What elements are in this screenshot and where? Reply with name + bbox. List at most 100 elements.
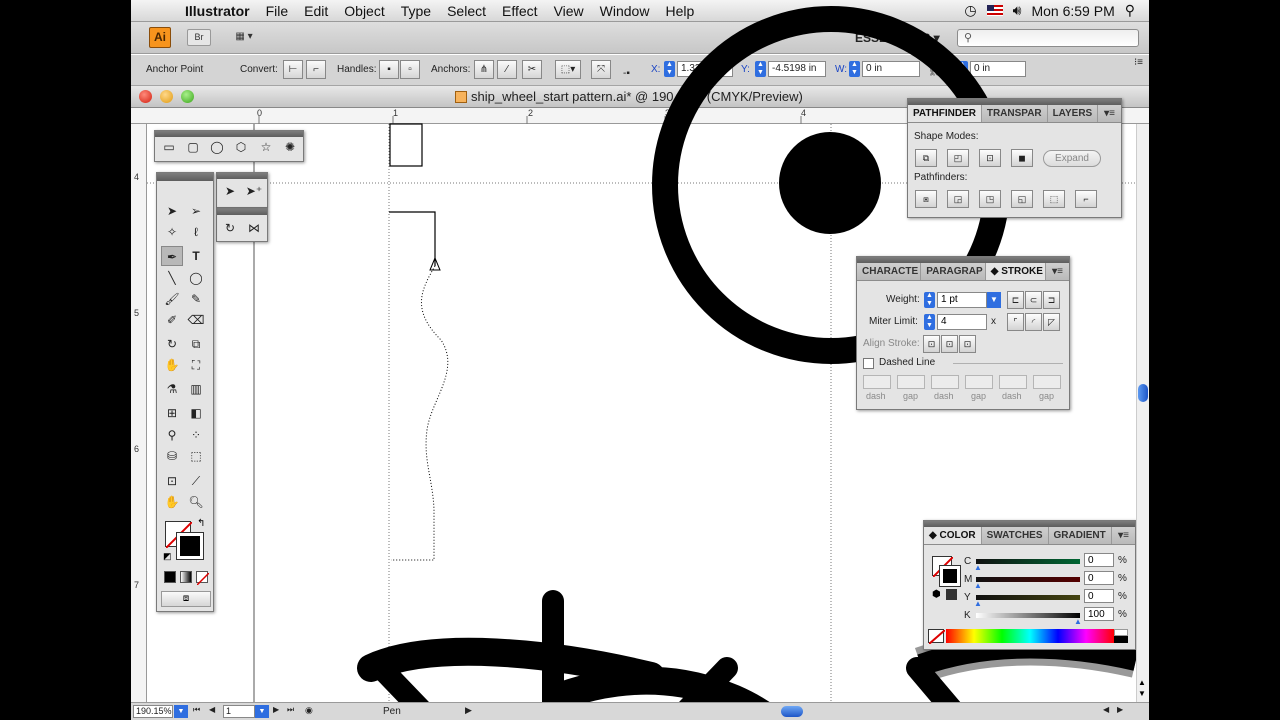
menu-edit[interactable]: Edit (296, 3, 336, 19)
eraser-tool-icon[interactable]: ⌫ (185, 310, 207, 330)
time-machine-icon[interactable]: ◷ (964, 2, 976, 19)
w-stepper[interactable]: ▲ ▼ (849, 61, 860, 77)
tab-gradient[interactable]: GRADIENT (1049, 527, 1112, 544)
dash-field-1[interactable] (863, 375, 891, 389)
volume-icon[interactable]: 🔊︎ (1013, 2, 1022, 19)
convert-to-corner-icon[interactable]: ⊢ (283, 60, 303, 79)
pencil-tool-icon[interactable]: ✎ (185, 289, 207, 309)
default-fill-stroke-icon[interactable]: ◩ (163, 551, 172, 562)
trim-icon[interactable]: ◲ (947, 190, 969, 208)
spotlight-icon[interactable]: ⚲ (1125, 2, 1135, 19)
zoom-window-button[interactable] (181, 90, 194, 103)
convert-to-smooth-icon[interactable]: ⌐ (306, 60, 326, 79)
remove-anchor-icon[interactable]: ⋔ (474, 60, 494, 79)
arrange-documents-button[interactable]: ▦ ▾ (227, 29, 261, 46)
y-field[interactable]: -4.5198 in (768, 61, 826, 77)
k-slider-thumb[interactable]: ▲ (1074, 617, 1082, 626)
menu-window[interactable]: Window (592, 3, 658, 19)
k-field[interactable]: 100 (1084, 607, 1114, 621)
menu-file[interactable]: File (258, 3, 297, 19)
zoom-tool-icon[interactable]: 🔍︎ (185, 492, 207, 512)
previous-artboard-icon[interactable]: ◀ (209, 705, 215, 714)
control-panel-menu-icon[interactable]: ⁝≡ (1134, 57, 1143, 68)
connect-endpoints-icon[interactable]: ⁄ (497, 60, 517, 79)
gradient-tool-icon[interactable]: ◧ (185, 403, 207, 423)
color-mode-icon[interactable] (164, 571, 176, 583)
selection-tool-icon[interactable]: ➤ (161, 201, 183, 221)
vertical-ruler[interactable]: 4 5 6 7 (131, 124, 147, 702)
w-field[interactable]: 0 in (862, 61, 920, 77)
screen-mode-icon[interactable]: ⧈ (161, 591, 211, 607)
menu-type[interactable]: Type (393, 3, 439, 19)
weight-stepper[interactable]: ▲ ▼ (924, 292, 935, 308)
web-safe-swatch[interactable] (946, 589, 957, 600)
k-slider[interactable] (976, 613, 1080, 618)
rotate-tool-icon[interactable]: ↻ (219, 218, 241, 238)
h-stepper[interactable]: ▲ ▼ (957, 61, 968, 77)
scroll-right-icon[interactable]: ▶ (1117, 705, 1123, 714)
y-stepper[interactable]: ▲ ▼ (755, 61, 766, 77)
stroke-swatch[interactable] (176, 532, 204, 560)
gradient-mode-icon[interactable] (180, 571, 192, 583)
y-field[interactable]: 0 (1084, 589, 1114, 603)
butt-cap-icon[interactable]: ⊏ (1007, 291, 1024, 309)
tab-color[interactable]: ◆ COLOR (924, 527, 982, 544)
vertical-scrollbar[interactable]: ▲ ▼ (1136, 124, 1149, 702)
magic-wand-tool-icon[interactable]: ✧ (161, 222, 183, 242)
version-cue-icon[interactable]: ◉ (305, 705, 313, 716)
y-slider[interactable] (976, 595, 1080, 600)
m-slider[interactable] (976, 577, 1080, 582)
h-field[interactable]: 0 in (970, 61, 1026, 77)
x-field[interactable]: 1.3343 in (677, 61, 733, 77)
symbol-sprayer-tool-icon[interactable]: ⚗ (161, 379, 183, 399)
direct-selection-icon[interactable]: ➢ (185, 201, 207, 221)
menu-select[interactable]: Select (439, 3, 494, 19)
vertical-scroll-thumb[interactable] (1138, 384, 1148, 402)
tab-character[interactable]: CHARACTE (857, 263, 922, 280)
color-stroke-swatch[interactable] (939, 565, 961, 587)
constrain-link-icon[interactable]: ⛓ (928, 64, 942, 77)
dash-field-3[interactable] (999, 375, 1027, 389)
horizontal-scroll-thumb[interactable] (781, 706, 803, 717)
align-outside-icon[interactable]: ⊡ (959, 335, 976, 353)
black-swatch[interactable] (1114, 636, 1128, 643)
flare-tool-icon[interactable]: ✺ (279, 137, 301, 157)
weight-dropdown-icon[interactable]: ▼ (987, 292, 1001, 308)
type-tool-icon[interactable]: T (185, 246, 207, 266)
c-slider-thumb[interactable]: ▲ (974, 563, 982, 572)
hide-handles-icon[interactable]: ▫ (400, 60, 420, 79)
c-slider[interactable] (976, 559, 1080, 564)
zoom-level-field[interactable]: 190.15% (133, 705, 173, 718)
lasso-tool-icon[interactable]: ℓ (185, 222, 207, 242)
status-menu-icon[interactable]: ▶ (465, 705, 472, 716)
tab-stroke[interactable]: ◆ STROKE (985, 263, 1047, 280)
artboard-number-field[interactable]: 1 (223, 705, 255, 718)
transform-icon[interactable]: ⤧ (591, 60, 611, 79)
swap-fill-stroke-icon[interactable]: ↰ (197, 518, 205, 529)
miter-limit-field[interactable]: 4 (937, 314, 987, 330)
outline-icon[interactable]: ⬚ (1043, 190, 1065, 208)
blob-brush-tool-icon[interactable]: ✐ (161, 310, 183, 330)
pathfinder-menu-icon[interactable]: ▾≡ (1098, 105, 1121, 122)
dash-field-2[interactable] (931, 375, 959, 389)
y-slider-thumb[interactable]: ▲ (974, 599, 982, 608)
tab-layers[interactable]: LAYERS (1048, 105, 1099, 122)
bevel-join-icon[interactable]: ◸ (1043, 313, 1060, 331)
none-mode-icon[interactable] (196, 571, 210, 586)
cut-path-icon[interactable]: ✂ (522, 60, 542, 79)
zoom-dropdown-icon[interactable]: ▼ (174, 705, 188, 718)
ship-wheel-hub[interactable] (779, 132, 881, 234)
show-handles-icon[interactable]: ▪ (379, 60, 399, 79)
scroll-left-icon[interactable]: ◀ (1103, 705, 1109, 714)
rounded-rectangle-tool-icon[interactable]: ▢ (182, 137, 204, 157)
divide-icon[interactable]: ⧆ (915, 190, 937, 208)
direct-selection-tool-icon[interactable]: ➤ (219, 181, 241, 201)
gap-field-1[interactable] (897, 375, 925, 389)
color-menu-icon[interactable]: ▾≡ (1112, 527, 1135, 544)
reflect-tool-icon[interactable]: ⋈ (243, 218, 265, 238)
round-join-icon[interactable]: ◜ (1025, 313, 1042, 331)
projecting-cap-icon[interactable]: ⊐ (1043, 291, 1060, 309)
artboard-tool-icon[interactable]: ⊡ (161, 471, 183, 491)
bridge-button[interactable]: Br (187, 29, 211, 46)
weight-field[interactable]: 1 pt (937, 292, 987, 308)
